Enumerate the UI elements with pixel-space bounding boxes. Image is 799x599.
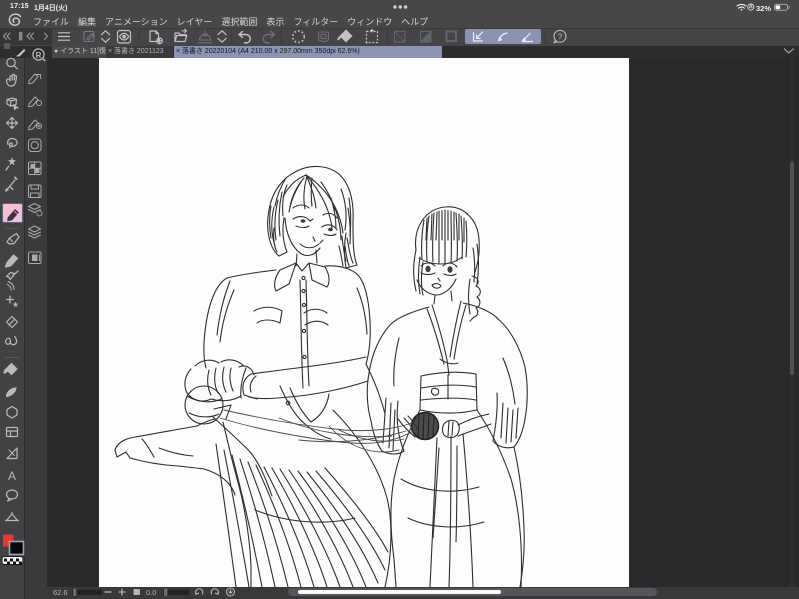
svg-text:?: ?	[558, 32, 563, 42]
svg-text:A: A	[8, 469, 16, 483]
svg-text:0.0: 0.0	[146, 588, 156, 597]
svg-text:62.6: 62.6	[53, 588, 68, 597]
svg-text:R: R	[36, 51, 42, 60]
